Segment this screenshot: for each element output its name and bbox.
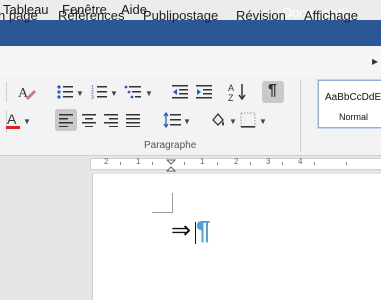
tab-affichage[interactable]: Affichage <box>304 8 358 23</box>
tab-overflow-icon[interactable]: ▸ <box>372 54 378 68</box>
title-bar <box>0 20 381 46</box>
first-line-indent-marker[interactable] <box>166 159 176 172</box>
style-name-label: Normal <box>339 112 369 122</box>
margin-corner-mark <box>152 212 172 213</box>
multilevel-list-icon[interactable] <box>124 84 142 100</box>
justify-icon[interactable] <box>126 113 140 127</box>
document-page[interactable] <box>92 174 381 300</box>
line-spacing-icon[interactable] <box>163 112 181 128</box>
ruler-tick <box>120 162 121 165</box>
ruler-number: 3 <box>266 157 271 166</box>
ruler-number: 1 <box>136 157 141 166</box>
show-formatting-button[interactable]: ¶ <box>262 81 284 103</box>
borders-dropdown-icon[interactable]: ▼ <box>259 117 267 126</box>
borders-icon[interactable] <box>240 112 256 128</box>
ruler-tick <box>184 162 185 165</box>
increase-indent-icon[interactable] <box>196 84 212 100</box>
bullets-dropdown-icon[interactable]: ▼ <box>76 89 84 98</box>
ribbon-tab-bar <box>0 46 381 76</box>
ruler-tick <box>217 162 218 165</box>
align-center-icon[interactable] <box>82 113 96 127</box>
line-spacing-dropdown-icon[interactable]: ▼ <box>183 117 191 126</box>
ruler-tick <box>282 162 283 165</box>
ruler-tick <box>152 162 153 165</box>
svg-text:A: A <box>7 111 17 127</box>
clear-format-icon[interactable]: A <box>17 83 37 101</box>
ruler-number: 2 <box>234 157 239 166</box>
ruler-number: 4 <box>298 157 303 166</box>
ruler-number: 1 <box>200 157 205 166</box>
shading-icon[interactable] <box>209 111 227 129</box>
shading-dropdown-icon[interactable]: ▼ <box>229 117 237 126</box>
ribbon-separator <box>300 80 301 152</box>
ruler-tick <box>250 162 251 165</box>
ruler-number: 2 <box>104 157 109 166</box>
tab-character-mark: ⇒ <box>171 217 192 244</box>
align-left-icon <box>59 114 73 127</box>
svg-text:A: A <box>228 83 234 93</box>
ruler-tick <box>346 162 347 165</box>
svg-text:3: 3 <box>91 95 94 100</box>
tab-revision[interactable]: Révision <box>236 8 286 23</box>
ribbon-left-edge <box>0 82 7 102</box>
tab-publipostage[interactable]: Publipostage <box>143 8 218 23</box>
ruler-tick <box>314 162 315 165</box>
margin-corner-mark-vertical <box>172 193 173 213</box>
multilevel-dropdown-icon[interactable]: ▼ <box>145 89 153 98</box>
paragraph-mark: ¶ <box>196 215 211 245</box>
numbering-dropdown-icon[interactable]: ▼ <box>110 89 118 98</box>
font-color-dropdown-icon[interactable]: ▼ <box>23 117 31 126</box>
font-color-icon[interactable]: A <box>5 110 21 130</box>
style-sample-text: AaBbCcDdEe <box>325 92 381 103</box>
align-right-icon[interactable] <box>104 113 118 127</box>
show-formatting-icon: ¶ <box>268 82 277 99</box>
tab-mise-en-page[interactable]: n page <box>0 8 38 23</box>
numbering-icon[interactable]: 123 <box>91 84 107 100</box>
align-left-button[interactable] <box>55 109 77 131</box>
decrease-indent-icon[interactable] <box>172 84 188 100</box>
paragraph-group-label: Paragraphe <box>144 140 197 151</box>
bullets-icon[interactable] <box>57 84 73 100</box>
svg-text:Z: Z <box>228 93 234 102</box>
sort-icon[interactable]: AZ <box>228 82 248 102</box>
tab-references[interactable]: Références <box>58 8 124 23</box>
